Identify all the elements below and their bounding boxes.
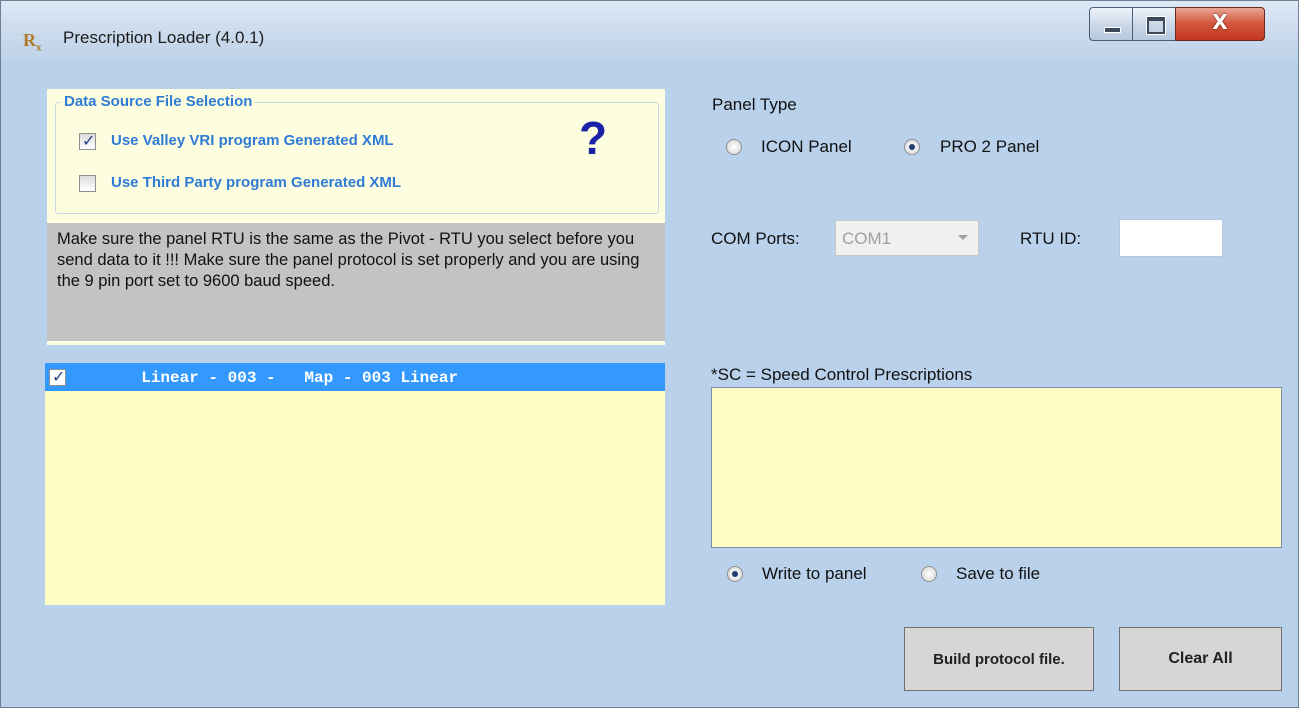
window-title: Prescription Loader (4.0.1) xyxy=(63,28,265,47)
pro2-panel-label[interactable]: PRO 2 Panel xyxy=(940,137,1039,157)
check-icon: ✓ xyxy=(52,367,66,386)
use-valley-vri-checkbox[interactable]: ✓ xyxy=(79,131,96,150)
data-source-legend: Data Source File Selection xyxy=(61,93,256,110)
maximize-icon xyxy=(1147,17,1165,34)
use-third-party-checkbox[interactable] xyxy=(79,175,96,192)
rx-app-icon: Rx xyxy=(23,30,42,54)
title-bar[interactable]: Rx Prescription Loader (4.0.1) X xyxy=(1,1,1298,61)
help-icon[interactable]: ? xyxy=(579,113,607,163)
prescription-loader-window: Rx Prescription Loader (4.0.1) X Data So… xyxy=(0,0,1299,708)
minimize-icon xyxy=(1104,27,1121,33)
use-third-party-label[interactable]: Use Third Party program Generated XML xyxy=(111,174,401,191)
list-item[interactable]: ✓ Linear - 003 - Map - 003 Linear xyxy=(45,363,665,391)
com-ports-select[interactable]: COM1 xyxy=(835,220,979,256)
com-ports-value: COM1 xyxy=(842,229,892,248)
panel-type-label: Panel Type xyxy=(712,95,797,114)
com-ports-label: COM Ports: xyxy=(711,229,800,248)
icon-panel-label[interactable]: ICON Panel xyxy=(761,137,852,157)
prescription-checked-list[interactable]: ✓ Linear - 003 - Map - 003 Linear xyxy=(45,363,665,605)
minimize-button[interactable] xyxy=(1089,7,1133,41)
close-icon: X xyxy=(1212,10,1228,34)
rtu-id-label: RTU ID: xyxy=(1020,229,1082,248)
close-button[interactable]: X xyxy=(1175,7,1265,41)
chevron-down-icon xyxy=(958,235,968,240)
write-to-panel-radio[interactable] xyxy=(727,566,743,582)
build-protocol-file-button[interactable]: Build protocol file. xyxy=(904,627,1094,691)
sc-label: *SC = Speed Control Prescriptions xyxy=(711,365,973,384)
instruction-note: Make sure the panel RTU is the same as t… xyxy=(47,223,665,345)
check-icon: ✓ xyxy=(82,131,96,150)
rtu-id-input[interactable] xyxy=(1119,219,1223,257)
icon-panel-radio[interactable] xyxy=(726,139,742,155)
write-to-panel-label[interactable]: Write to panel xyxy=(762,564,867,584)
use-valley-vri-label[interactable]: Use Valley VRI program Generated XML xyxy=(111,132,394,149)
pro2-panel-radio[interactable] xyxy=(904,139,920,155)
clear-all-button[interactable]: Clear All xyxy=(1119,627,1282,691)
data-source-frame xyxy=(55,102,659,214)
sc-prescriptions-box[interactable] xyxy=(711,387,1282,548)
list-item-label: Linear - 003 - Map - 003 Linear xyxy=(122,369,459,387)
list-item-checkbox[interactable]: ✓ xyxy=(49,367,66,386)
maximize-button[interactable] xyxy=(1132,7,1176,41)
save-to-file-radio[interactable] xyxy=(921,566,937,582)
save-to-file-label[interactable]: Save to file xyxy=(956,564,1040,584)
